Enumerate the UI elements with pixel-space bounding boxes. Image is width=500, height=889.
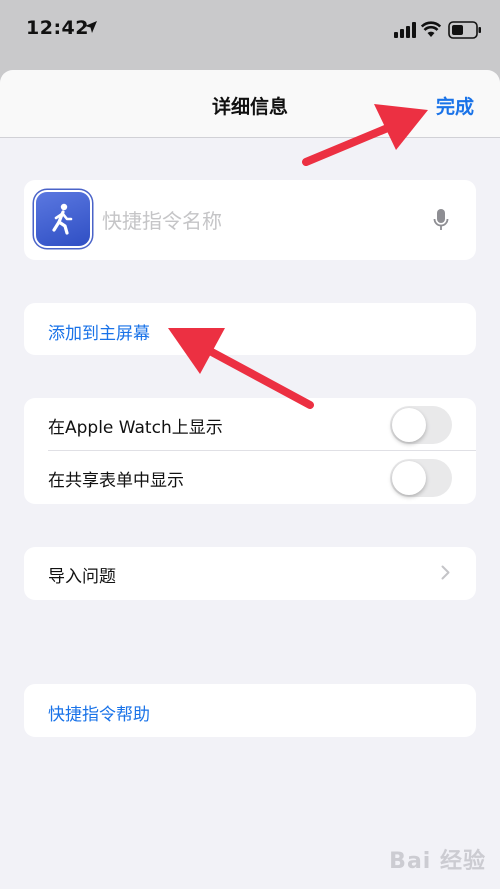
apple-watch-label: 在Apple Watch上显示 (48, 418, 223, 438)
location-arrow-icon (85, 21, 97, 33)
battery-icon (448, 21, 481, 39)
shortcut-app-icon[interactable] (36, 192, 90, 246)
switch-knob (392, 408, 426, 442)
status-time: 12:42 (26, 17, 89, 39)
add-to-home-card[interactable]: 添加到主屏幕 (24, 303, 476, 355)
shortcut-name-input[interactable] (100, 207, 424, 235)
microphone-icon[interactable] (433, 208, 449, 232)
apple-watch-toggle-row: 在Apple Watch上显示 (24, 398, 476, 451)
shortcut-help-link[interactable]: 快捷指令帮助 (48, 700, 150, 725)
import-questions-label: 导入问题 (48, 567, 116, 587)
watermark: Bai 经验 (389, 849, 486, 874)
display-options-card: 在Apple Watch上显示 在共享表单中显示 (24, 398, 476, 504)
chevron-right-icon (441, 565, 450, 580)
signal-icon (394, 22, 416, 38)
status-bar: 12:42 (0, 0, 500, 62)
page-title: 详细信息 (211, 96, 288, 118)
nav-bar: 详细信息 完成 (0, 70, 500, 138)
switch-knob (392, 461, 426, 495)
help-card[interactable]: 快捷指令帮助 (24, 684, 476, 737)
details-sheet: 详细信息 完成 添加到主屏幕 在Apple Watch上显示 (0, 70, 500, 889)
apple-watch-switch[interactable] (390, 406, 452, 444)
walking-person-icon (52, 203, 73, 235)
share-sheet-switch[interactable] (390, 459, 452, 497)
shortcut-name-card (24, 180, 476, 260)
wifi-icon (421, 21, 441, 37)
done-button[interactable]: 完成 (436, 92, 474, 119)
add-to-home-link[interactable]: 添加到主屏幕 (48, 319, 150, 344)
share-sheet-label: 在共享表单中显示 (48, 471, 184, 491)
share-sheet-toggle-row: 在共享表单中显示 (24, 451, 476, 504)
import-questions-row[interactable]: 导入问题 (24, 547, 476, 600)
